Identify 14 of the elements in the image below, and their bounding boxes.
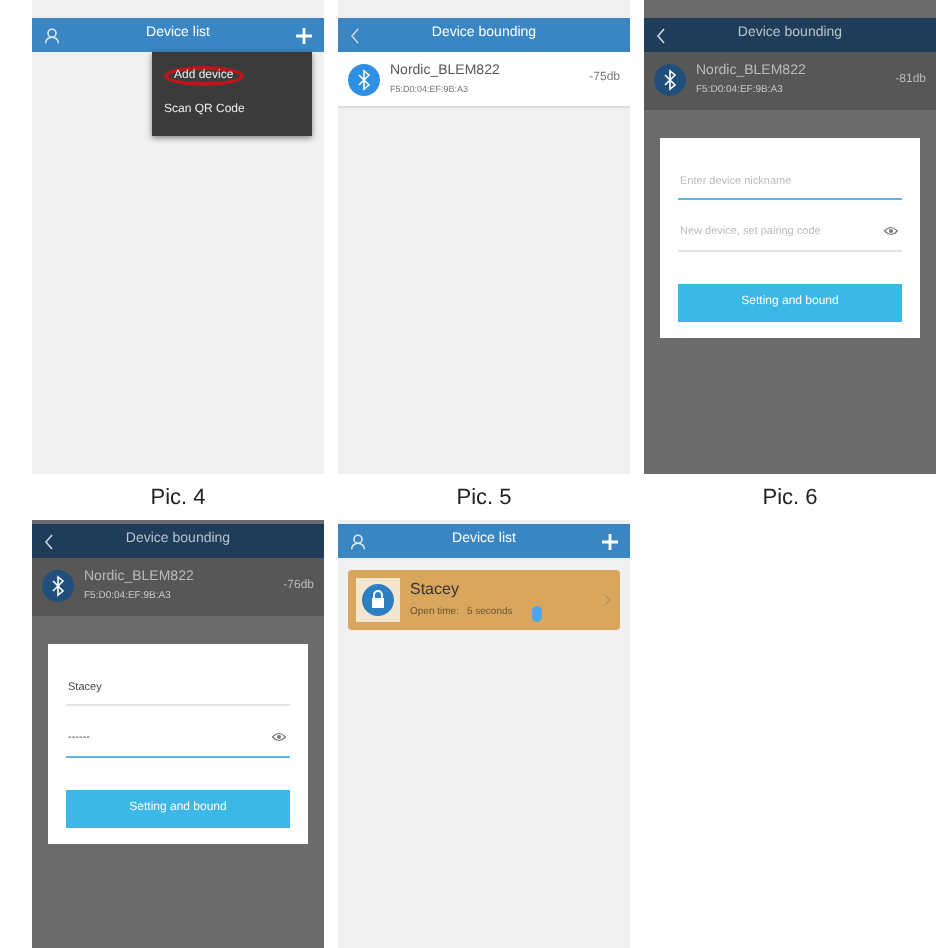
eye-icon[interactable] — [272, 732, 286, 743]
user-icon[interactable] — [44, 27, 60, 43]
add-icon[interactable] — [296, 27, 312, 43]
caption: Pic. 4 — [148, 484, 208, 514]
eye-icon[interactable] — [884, 226, 898, 237]
back-icon[interactable] — [656, 27, 666, 43]
caption: Pic. 6 — [760, 484, 820, 514]
device-name: Stacey — [410, 578, 461, 602]
lock-icon — [356, 578, 400, 622]
caption: Pic. 5 — [454, 484, 514, 514]
chevron-icon — [604, 594, 612, 606]
user-icon[interactable] — [350, 533, 366, 549]
add-icon[interactable] — [602, 533, 618, 549]
back-icon[interactable] — [44, 533, 54, 549]
